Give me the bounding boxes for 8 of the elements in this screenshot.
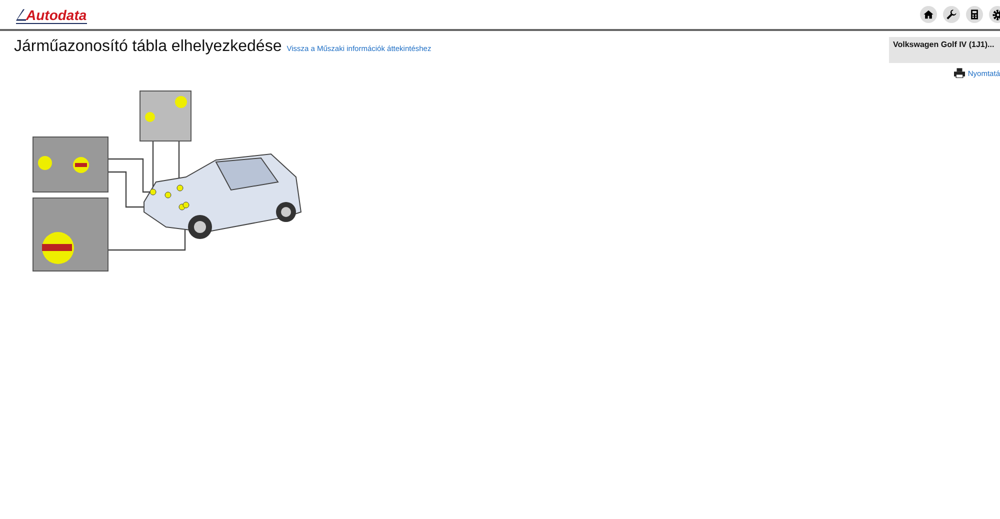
page-title: Járműazonosító tábla elhelyezkedése bbox=[14, 38, 282, 56]
home-icon[interactable] bbox=[920, 6, 937, 23]
logo-swoosh-icon bbox=[16, 8, 26, 22]
autodata-logo[interactable]: Autodata bbox=[16, 8, 87, 24]
printer-icon bbox=[954, 68, 965, 78]
wrench-icon[interactable] bbox=[943, 6, 960, 23]
vehicle-name: Volkswagen Golf IV (1J1)... bbox=[893, 40, 994, 49]
calculator-icon[interactable] bbox=[966, 6, 983, 23]
